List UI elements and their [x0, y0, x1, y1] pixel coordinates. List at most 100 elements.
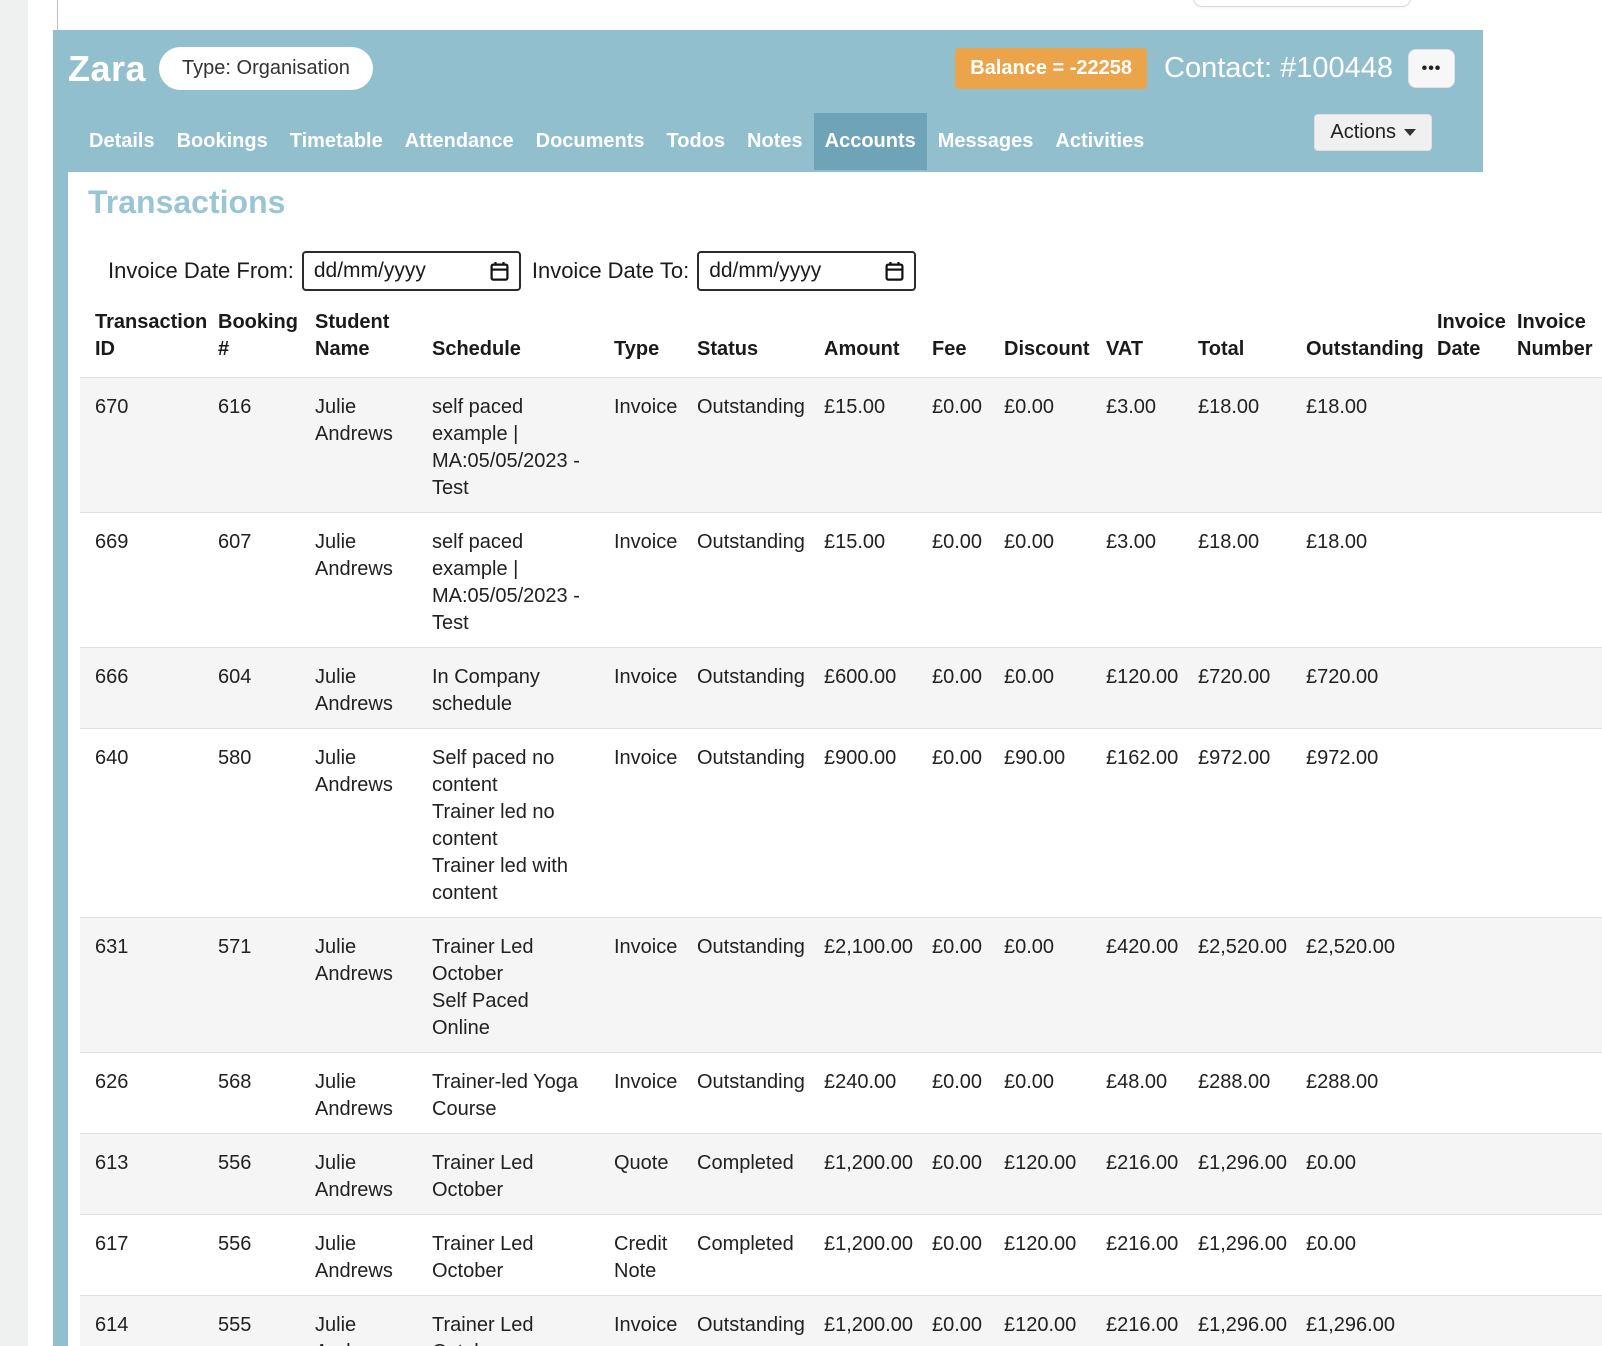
tab-activities[interactable]: Activities [1044, 113, 1155, 170]
caret-down-icon [1404, 129, 1416, 136]
cell-transaction-id: 670 [80, 378, 203, 513]
cell-type: Invoice [599, 1053, 682, 1134]
cell-fee: £0.00 [917, 918, 989, 1053]
cell-type: Invoice [599, 918, 682, 1053]
column-header-total: Total [1183, 309, 1291, 378]
cell-schedule: Trainer Led October Self Paced Online [417, 918, 599, 1053]
contact-type-pill: Type: Organisation [159, 47, 373, 90]
table-row: 670616Julie Andrewsself paced example | … [80, 378, 1602, 513]
cell-schedule: self paced example | MA:05/05/2023 - Tes… [417, 513, 599, 648]
cell-discount: £0.00 [989, 918, 1091, 1053]
cell-type: Invoice [599, 513, 682, 648]
cell-amount: £15.00 [809, 378, 917, 513]
cell-booking-number: 580 [203, 729, 300, 918]
cell-outstanding: £0.00 [1291, 1134, 1422, 1215]
cell-fee: £0.00 [917, 378, 989, 513]
cell-student-name: Julie Andrews [300, 1053, 417, 1134]
cell-total: £1,296.00 [1183, 1296, 1291, 1346]
table-row: 669607Julie Andrewsself paced example | … [80, 513, 1602, 648]
invoice-date-to-input[interactable]: dd/mm/yyyy [697, 251, 916, 291]
tab-accounts[interactable]: Accounts [814, 113, 927, 170]
tab-bookings[interactable]: Bookings [166, 113, 279, 170]
transactions-table: Transaction IDBooking #Student NameSched… [80, 309, 1602, 1346]
cell-type: Quote [599, 1134, 682, 1215]
transactions-heading: Transactions [88, 184, 1602, 221]
cell-booking-number: 556 [203, 1134, 300, 1215]
cell-type: Invoice [599, 1296, 682, 1346]
cell-vat: £120.00 [1091, 648, 1183, 729]
cell-total: £288.00 [1183, 1053, 1291, 1134]
cell-vat: £3.00 [1091, 513, 1183, 648]
calendar-icon[interactable] [884, 261, 905, 282]
accounts-content-panel: Transactions Invoice Date From: dd/mm/yy… [68, 172, 1602, 1346]
cell-schedule: Trainer Led October [417, 1296, 599, 1346]
cell-vat: £216.00 [1091, 1296, 1183, 1346]
calendar-icon[interactable] [489, 261, 510, 282]
ellipsis-icon: ••• [1422, 61, 1442, 77]
invoice-date-from-label: Invoice Date From: [108, 258, 294, 284]
tab-messages[interactable]: Messages [927, 113, 1045, 170]
tab-todos[interactable]: Todos [656, 113, 737, 170]
cell-outstanding: £2,520.00 [1291, 918, 1422, 1053]
cell-invoice-number [1502, 648, 1602, 729]
tab-notes[interactable]: Notes [736, 113, 814, 170]
cell-invoice-number [1502, 729, 1602, 918]
cell-total: £1,296.00 [1183, 1215, 1291, 1296]
more-options-button[interactable]: ••• [1408, 49, 1455, 88]
cell-status: Outstanding [682, 729, 809, 918]
column-header-outstanding: Outstanding [1291, 309, 1422, 378]
contact-tabs: DetailsBookingsTimetableAttendanceDocume… [53, 113, 1483, 170]
cell-invoice-date [1422, 648, 1502, 729]
cell-transaction-id: 631 [80, 918, 203, 1053]
cell-fee: £0.00 [917, 1134, 989, 1215]
balance-badge: Balance = -22258 [955, 48, 1147, 89]
cell-total: £18.00 [1183, 378, 1291, 513]
table-header: Transaction IDBooking #Student NameSched… [80, 309, 1602, 378]
column-header-student-name: Student Name [300, 309, 417, 378]
cell-discount: £120.00 [989, 1134, 1091, 1215]
cell-amount: £240.00 [809, 1053, 917, 1134]
cell-transaction-id: 666 [80, 648, 203, 729]
cell-invoice-number [1502, 1296, 1602, 1346]
cell-invoice-number [1502, 378, 1602, 513]
contact-name: Zara [68, 48, 146, 90]
tab-documents[interactable]: Documents [525, 113, 656, 170]
column-header-type: Type [599, 309, 682, 378]
cell-outstanding: £18.00 [1291, 378, 1422, 513]
cell-student-name: Julie Andrews [300, 918, 417, 1053]
actions-button[interactable]: Actions [1314, 114, 1432, 151]
cell-student-name: Julie Andrews [300, 1296, 417, 1346]
tab-timetable[interactable]: Timetable [279, 113, 394, 170]
cell-fee: £0.00 [917, 648, 989, 729]
table-row: 614555Julie AndrewsTrainer Led OctoberIn… [80, 1296, 1602, 1346]
cell-transaction-id: 614 [80, 1296, 203, 1346]
cell-invoice-number [1502, 918, 1602, 1053]
cell-invoice-date [1422, 918, 1502, 1053]
previous-card-remnant [57, 0, 1448, 30]
tab-details[interactable]: Details [78, 113, 166, 170]
cell-status: Completed [682, 1134, 809, 1215]
cell-discount: £0.00 [989, 513, 1091, 648]
cell-amount: £1,200.00 [809, 1134, 917, 1215]
cell-discount: £0.00 [989, 648, 1091, 729]
cell-status: Outstanding [682, 378, 809, 513]
cell-transaction-id: 617 [80, 1215, 203, 1296]
cell-status: Outstanding [682, 1296, 809, 1346]
column-header-amount: Amount [809, 309, 917, 378]
cell-invoice-date [1422, 513, 1502, 648]
cell-invoice-number [1502, 513, 1602, 648]
cell-invoice-number [1502, 1215, 1602, 1296]
cell-booking-number: 571 [203, 918, 300, 1053]
cell-status: Completed [682, 1215, 809, 1296]
cell-fee: £0.00 [917, 1215, 989, 1296]
cell-transaction-id: 669 [80, 513, 203, 648]
cell-student-name: Julie Andrews [300, 1134, 417, 1215]
cell-discount: £120.00 [989, 1215, 1091, 1296]
cell-fee: £0.00 [917, 729, 989, 918]
cell-status: Outstanding [682, 648, 809, 729]
tab-attendance[interactable]: Attendance [394, 113, 525, 170]
invoice-date-from-input[interactable]: dd/mm/yyyy [302, 251, 521, 291]
cell-discount: £120.00 [989, 1296, 1091, 1346]
cell-vat: £3.00 [1091, 378, 1183, 513]
cell-booking-number: 604 [203, 648, 300, 729]
